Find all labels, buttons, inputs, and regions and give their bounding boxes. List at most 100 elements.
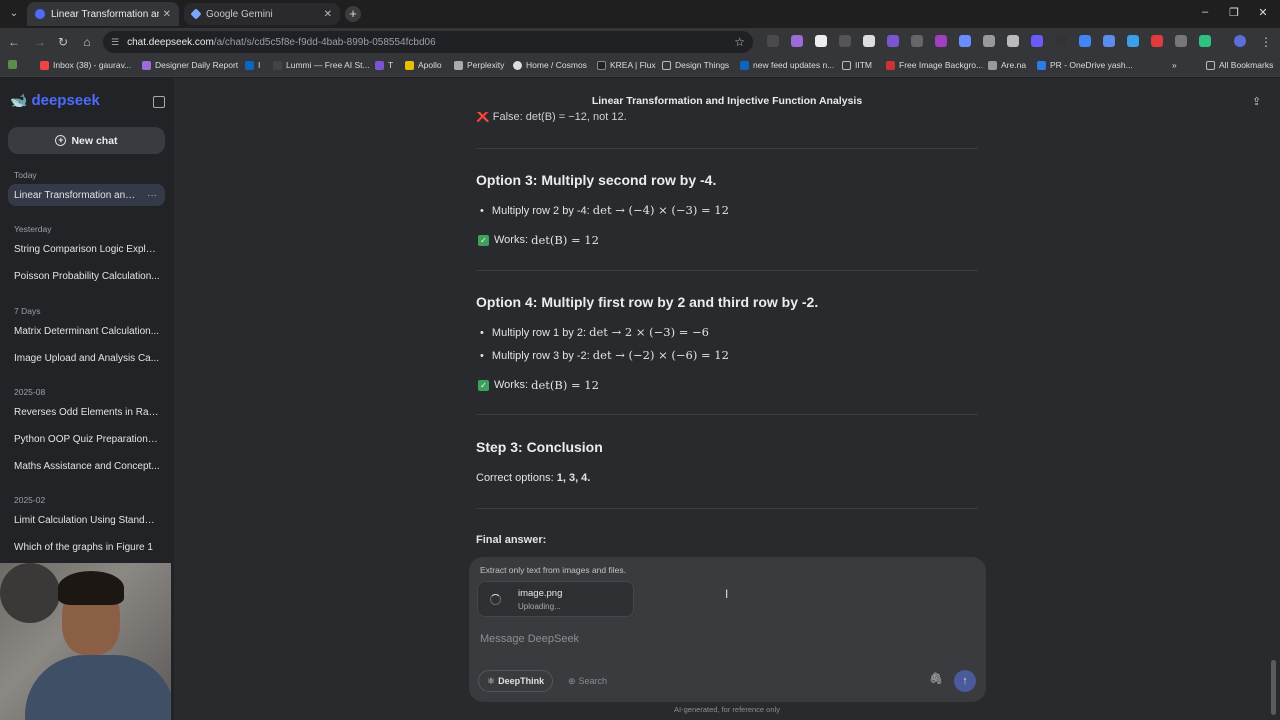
extension-icon[interactable] (1127, 35, 1139, 47)
divider (476, 270, 978, 271)
bookmark-linkedin[interactable]: I (245, 60, 260, 70)
extension-icon[interactable] (1007, 35, 1019, 47)
bookmark-onedrive[interactable]: PR - OneDrive yash... (1037, 60, 1133, 70)
bookmark-iitm[interactable]: IITM (842, 60, 872, 70)
bookmark-free-image[interactable]: Free Image Backgro... (886, 60, 983, 70)
bookmark-gmail[interactable]: Inbox (38) - gaurav... (40, 60, 131, 70)
bookmark-star-icon[interactable]: ☆ (734, 35, 745, 49)
text-cursor-icon: I (725, 587, 729, 601)
more-bookmarks-icon[interactable]: » (1172, 60, 1177, 70)
message-input[interactable] (480, 630, 970, 648)
all-bookmarks[interactable]: All Bookmarks (1206, 60, 1273, 70)
divider (476, 508, 978, 509)
bookmark-cosmos[interactable]: Home / Cosmos (513, 60, 587, 70)
chat-history-item[interactable]: Which of the graphs in Figure 1 (8, 536, 165, 558)
forward-icon[interactable]: → (32, 34, 48, 50)
send-button[interactable]: ↑ (954, 670, 976, 692)
conclusion-text: Correct options: 1, 3, 4. (476, 472, 591, 484)
window-close-icon[interactable]: ✕ (1256, 6, 1270, 19)
bookmark-perplexity[interactable]: Perplexity (454, 60, 504, 70)
close-tab-icon[interactable]: ✕ (324, 9, 332, 20)
extension-icon[interactable] (983, 35, 995, 47)
extension-icon[interactable] (791, 35, 803, 47)
gemini-favicon-icon (190, 8, 202, 20)
bookmark-t[interactable]: T (375, 60, 393, 70)
extension-icon[interactable] (1175, 35, 1187, 47)
deepthink-toggle[interactable]: ⚛ DeepThink (478, 670, 554, 692)
chat-history-item[interactable]: Linear Transformation and In ··· (8, 184, 165, 206)
group-label-today: Today (14, 170, 37, 180)
extension-icon[interactable] (959, 35, 971, 47)
truncated-line: ❌ False: det(B) = −12, not 12. (476, 112, 627, 122)
reload-icon[interactable]: ↻ (55, 34, 71, 50)
chat-history-item[interactable]: Limit Calculation Using Standar... (8, 509, 165, 531)
divider (476, 414, 978, 415)
option4-bullet-1: Multiply row 1 by 2: det → 2 × (−3) = −6 (480, 325, 709, 339)
chat-history-item[interactable]: Reverses Odd Elements in Range (8, 401, 165, 423)
minimize-icon[interactable]: – (1198, 6, 1212, 18)
more-options-icon[interactable]: ··· (147, 190, 157, 201)
extension-icon[interactable] (1151, 35, 1163, 47)
search-toggle[interactable]: ⊕ Search (560, 670, 615, 692)
tab-label: Linear Transformation and Injec (51, 8, 159, 20)
message-composer: Extract only text from images and files.… (469, 557, 986, 702)
extension-icon[interactable] (1055, 35, 1067, 47)
extension-icon[interactable] (767, 35, 779, 47)
tab-strip: ⌄ Linear Transformation and Injec ✕ Goog… (0, 0, 1280, 28)
bookmark-designer-daily[interactable]: Designer Daily Report (142, 60, 238, 70)
extension-icon[interactable] (863, 35, 875, 47)
bookmark-lummi[interactable]: Lummi — Free AI St... (273, 60, 370, 70)
profile-avatar[interactable] (1234, 35, 1246, 47)
chat-history-item[interactable]: Image Upload and Analysis Ca... (8, 347, 165, 369)
tab-gemini[interactable]: Google Gemini ✕ (184, 3, 340, 25)
chat-history-item[interactable]: Matrix Determinant Calculation... (8, 320, 165, 342)
scrollbar-thumb[interactable] (1271, 660, 1276, 715)
address-bar[interactable]: ☰ chat.deepseek.com/a/chat/s/cd5c5f8e-f9… (103, 31, 753, 53)
collapse-sidebar-icon[interactable] (153, 96, 165, 108)
maximize-icon[interactable]: ❐ (1227, 6, 1241, 19)
extension-icon[interactable] (815, 35, 827, 47)
final-answer-label: Final answer: (476, 534, 547, 546)
chat-history-item[interactable]: Maths Assistance and Concept... (8, 455, 165, 477)
option4-works: ✓ Works: det(B) = 12 (478, 378, 599, 392)
site-info-icon[interactable]: ☰ (111, 37, 119, 48)
atom-icon: ⚛ (487, 675, 496, 686)
new-tab-button[interactable]: + (345, 6, 361, 22)
tab-deepseek[interactable]: Linear Transformation and Injec ✕ (27, 2, 179, 26)
chat-history-item[interactable]: Python OOP Quiz Preparation E... (8, 428, 165, 450)
attachment-card[interactable]: image.png Uploading... (477, 581, 634, 617)
bookmark-arena[interactable]: Are.na (988, 60, 1026, 70)
bookmark-design-things[interactable]: Design Things (662, 60, 729, 70)
extension-icon[interactable] (1031, 35, 1043, 47)
extension-icon[interactable] (887, 35, 899, 47)
composer-hint: Extract only text from images and files. (480, 565, 626, 575)
bookmarks-bar: Inbox (38) - gaurav... Designer Daily Re… (0, 56, 1280, 77)
deepseek-app: 🐋 deepseek + New chat Today Linear Trans… (0, 78, 1280, 720)
group-label-7-days: 7 Days (14, 306, 41, 316)
extension-icon[interactable] (1103, 35, 1115, 47)
back-icon[interactable]: ← (6, 34, 22, 50)
extension-icon[interactable] (1079, 35, 1091, 47)
divider (476, 148, 978, 149)
extension-icon[interactable] (935, 35, 947, 47)
extension-icon[interactable] (911, 35, 923, 47)
extension-icon[interactable] (839, 35, 851, 47)
checkmark-icon: ✓ (478, 379, 489, 391)
extensions-puzzle-icon[interactable] (1199, 35, 1211, 47)
new-chat-button[interactable]: + New chat (8, 127, 165, 154)
home-icon[interactable]: ⌂ (79, 34, 95, 50)
close-tab-icon[interactable]: ✕ (163, 9, 171, 20)
tab-search-icon[interactable]: ⌄ (6, 6, 22, 22)
attach-file-icon[interactable]: 🖇 (929, 672, 943, 685)
deepseek-favicon-icon (35, 9, 45, 19)
chat-history-item[interactable]: String Comparison Logic Explai... (8, 238, 165, 260)
bookmark-krea[interactable]: KREA | Flux (597, 60, 656, 70)
apps-grid-icon[interactable] (8, 60, 21, 69)
option4-heading: Option 4: Multiply first row by 2 and th… (476, 294, 819, 310)
browser-menu-icon[interactable]: ⋮ (1258, 34, 1274, 50)
deepseek-logo[interactable]: 🐋 deepseek (10, 92, 100, 109)
bookmark-feed-updates[interactable]: new feed updates n... (740, 60, 834, 70)
chat-history-item[interactable]: Poisson Probability Calculation... (8, 265, 165, 287)
share-icon[interactable]: ⇪ (1252, 95, 1264, 108)
bookmark-apollo[interactable]: Apollo (405, 60, 442, 70)
